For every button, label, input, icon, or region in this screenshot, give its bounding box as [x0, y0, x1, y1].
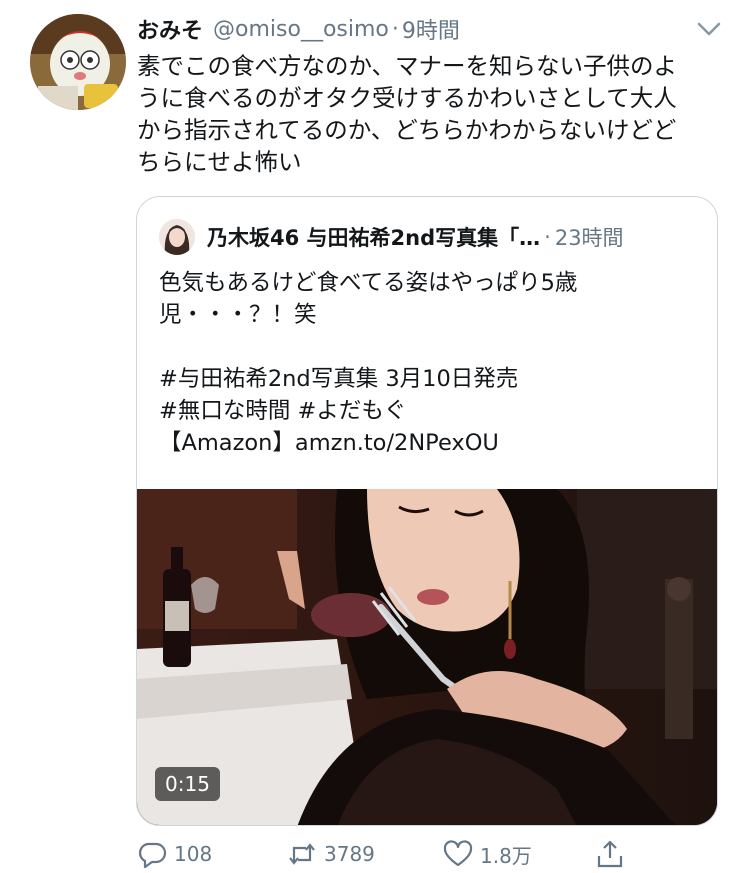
like-button[interactable]: 1.8万: [442, 836, 532, 872]
tweet-text: 素でこの食べ方なのか、マナーを知らない子供のよ うに食べるのがオタク受けするかわ…: [137, 50, 727, 178]
chevron-down-icon: [697, 22, 721, 36]
quoted-text-line: 児・・・？！笑: [159, 302, 317, 328]
tweet-header: おみそ @omiso__osimo · 9時間: [137, 13, 460, 45]
retweet-icon: [289, 843, 315, 865]
quoted-time[interactable]: 23時間: [555, 222, 624, 252]
tweet-time[interactable]: 9時間: [402, 13, 460, 45]
separator-dot: ·: [391, 16, 399, 42]
quoted-text: 色気もあるけど食べてる姿はやっぱり5歳 児・・・？！笑 #与田祐希2nd写真集 …: [159, 267, 699, 459]
reply-count: 108: [174, 842, 213, 866]
quoted-tweet-card[interactable]: 乃木坂46 与田祐希2nd写真集「… · 23時間 色気もあるけど食べてる姿はや…: [136, 196, 718, 826]
share-button[interactable]: [594, 836, 626, 872]
heart-icon: [443, 840, 473, 867]
like-count: 1.8万: [480, 843, 532, 868]
tweet-text-line: 素でこの食べ方なのか、マナーを知らない子供のよ: [137, 52, 678, 80]
avatar-image: [30, 14, 126, 110]
quoted-text-line: #与田祐希2nd写真集 3月10日発売: [159, 366, 519, 392]
video-player[interactable]: 0:15: [137, 489, 717, 825]
quoted-text-line: 【Amazon】amzn.to/2NPexOU: [159, 430, 499, 456]
quoted-display-name[interactable]: 乃木坂46 与田祐希2nd写真集「…: [207, 222, 540, 252]
user-handle[interactable]: @omiso__osimo: [213, 17, 389, 42]
quoted-text-line: 色気もあるけど食べてる姿はやっぱり5歳: [159, 270, 578, 296]
video-thumbnail: [137, 489, 717, 825]
share-icon: [597, 840, 623, 868]
quoted-text-line: [159, 331, 699, 363]
retweet-count: 3789: [324, 842, 375, 866]
quoted-text-line: #無口な時間 #よだもぐ: [159, 398, 407, 424]
tweet-text-line: うに食べるのがオタク受けするかわいさとして大人: [137, 84, 677, 112]
avatar[interactable]: [30, 14, 126, 110]
quoted-avatar: [159, 219, 195, 255]
retweet-button[interactable]: 3789: [286, 836, 375, 872]
more-options-button[interactable]: [694, 16, 724, 42]
display-name[interactable]: おみそ: [137, 13, 203, 45]
quoted-header: 乃木坂46 与田祐希2nd写真集「… · 23時間: [207, 221, 624, 253]
action-bar: 108 3789 1.8万: [136, 836, 736, 872]
reply-button[interactable]: 108: [136, 836, 212, 872]
tweet-text-line: ちらにせよ怖い: [137, 148, 302, 176]
quoted-avatar-image: [159, 219, 195, 255]
separator-dot: ·: [544, 225, 551, 249]
tweet-text-line: から指示されてるのか、どちらかわからないけどど: [137, 116, 677, 144]
video-duration: 0:15: [155, 767, 220, 801]
reply-icon: [138, 842, 167, 869]
